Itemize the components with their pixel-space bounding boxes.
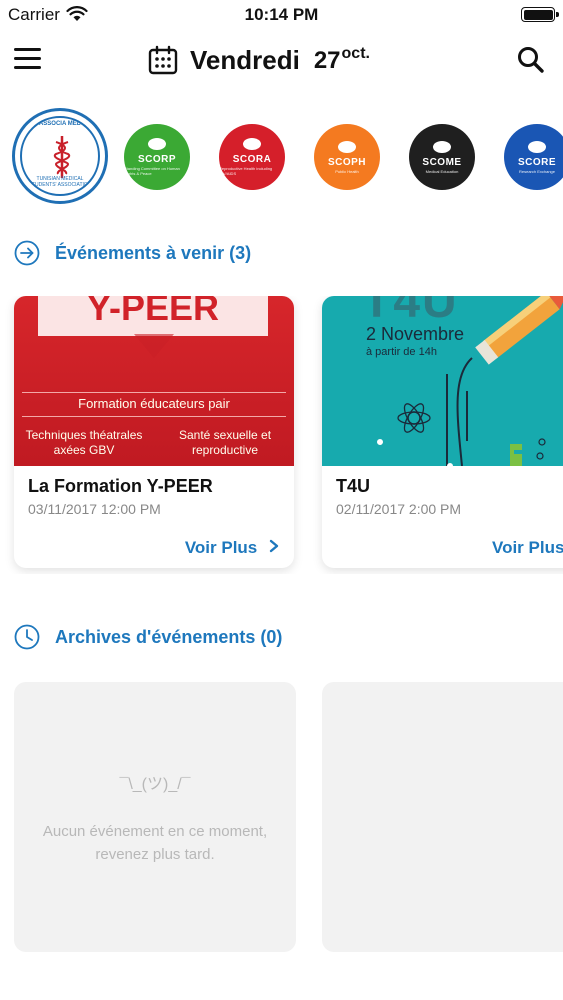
empty-archive-card: ¯\_(ツ)_/¯ Aucun événement en ce moment, …: [14, 682, 296, 952]
battery-icon: [521, 7, 559, 22]
poster-banner: Y-PEER: [38, 296, 268, 336]
calendar-icon: [148, 45, 178, 75]
shrug-emoticon: ¯\_(ツ)_/¯: [119, 776, 191, 793]
committee-subtitle: Medical Education: [425, 168, 459, 174]
committee-emblem-icon: [433, 140, 451, 153]
empty-message: Aucun événement en ce moment, revenez pl…: [42, 823, 268, 863]
committee-subtitle: Reproductive Health including HIV/AIDS: [219, 166, 273, 176]
caduceus-icon: [53, 136, 71, 178]
association-top-text: ASSOCIA MED: [38, 121, 82, 127]
archives-header[interactable]: Archives d'événements (0): [14, 622, 282, 652]
committee-logo-scome[interactable]: SCOME Medical Education: [409, 124, 475, 190]
association-carousel[interactable]: ASSOCIA MED TUNISIAN MEDICAL STUDENTS' A…: [0, 104, 563, 204]
event-title: La Formation Y-PEER: [28, 476, 213, 496]
event-date: 03/11/2017 12:00 PM: [28, 501, 161, 517]
voir-plus-label: Voir Plus: [492, 538, 563, 557]
association-main-logo[interactable]: ASSOCIA MED TUNISIAN MEDICAL STUDENTS' A…: [12, 108, 108, 204]
committee-subtitle: Public Health: [335, 168, 359, 174]
upcoming-events-carousel[interactable]: Y-PEER Formation éducateurs pair Techniq…: [0, 296, 563, 574]
committee-emblem-icon: [338, 140, 356, 153]
committee-name: SCOPH: [327, 156, 367, 168]
committee-logo-scorp[interactable]: SCORP Standing Committee on Human Rights …: [124, 124, 190, 190]
event-date: 02/11/2017 2:00 PM: [336, 501, 462, 517]
committee-name: SCORE: [517, 156, 557, 168]
upcoming-events-header[interactable]: Événements à venir (3): [14, 238, 251, 268]
search-icon[interactable]: [514, 43, 548, 77]
committee-emblem-icon: [243, 138, 261, 150]
arrow-right-circle-icon: [14, 240, 40, 266]
upcoming-events-title: Événements à venir (3): [55, 242, 252, 263]
committee-emblem-icon: [148, 138, 166, 150]
committee-name: SCOME: [422, 156, 462, 168]
clock-icon: [14, 624, 40, 650]
status-bar: Carrier 10:14 PM: [0, 0, 563, 30]
committee-subtitle: Research Exchange: [518, 168, 556, 174]
committee-name: SCORA: [232, 154, 272, 165]
committee-logo-scoph[interactable]: SCOPH Public Health: [314, 124, 380, 190]
voir-plus-link[interactable]: Voir Plus: [185, 538, 280, 558]
event-card-ypeer[interactable]: Y-PEER Formation éducateurs pair Techniq…: [14, 296, 294, 568]
chevron-right-icon: [269, 539, 279, 553]
poster-subtitle: Formation éducateurs pair: [78, 396, 230, 411]
day-name: Vendredi: [190, 44, 300, 75]
nav-bar: Vendredi 27 oct.: [0, 30, 563, 90]
association-emblem: ASSOCIA MED TUNISIAN MEDICAL STUDENTS' A…: [20, 116, 100, 196]
voir-plus-label: Voir Plus: [184, 538, 258, 557]
committee-logo-score[interactable]: SCORE Research Exchange: [504, 124, 563, 190]
archives-title: Archives d'événements (0): [55, 626, 283, 647]
archives-carousel[interactable]: ¯\_(ツ)_/¯ Aucun événement en ce moment, …: [0, 682, 563, 954]
event-card-t4u[interactable]: T4U 2 Novembre à partir de 14h T4U 02/11…: [322, 296, 563, 568]
association-bottom-text: TUNISIAN MEDICAL STUDENTS' ASSOCIATION: [28, 176, 92, 188]
event-poster-ypeer: Y-PEER Formation éducateurs pair Techniq…: [14, 296, 294, 466]
clock-time: 10:14 PM: [244, 5, 319, 24]
poster-right-text: Santé sexuelle et reproductive: [178, 428, 272, 457]
event-title: T4U: [336, 476, 371, 496]
event-poster-t4u: T4U 2 Novembre à partir de 14h: [322, 296, 563, 466]
poster-left-text: Techniques théatrales axées GBV: [25, 428, 143, 457]
day-number: 27: [313, 47, 341, 74]
month-label: oct.: [341, 45, 370, 62]
committee-logo-scora[interactable]: SCORA Reproductive Health including HIV/A…: [219, 124, 285, 190]
committee-emblem-icon: [528, 140, 546, 153]
hamburger-menu-icon[interactable]: [10, 40, 46, 76]
empty-archive-card-placeholder: [322, 682, 563, 952]
voir-plus-link[interactable]: Voir Plus: [492, 538, 563, 558]
committee-subtitle: Standing Committee on Human Rights & Pea…: [124, 166, 180, 176]
poster-illustration: [377, 296, 563, 466]
date-header: Vendredi 27 oct.: [148, 42, 370, 78]
committee-name: SCORP: [137, 154, 177, 165]
